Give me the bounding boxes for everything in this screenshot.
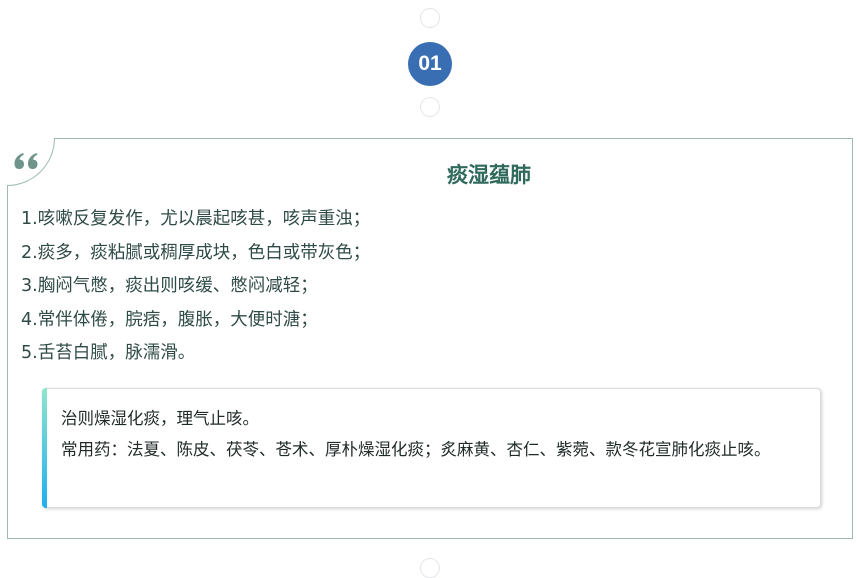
list-item: 1.咳嗽反复发作，尤以晨起咳甚，咳声重浊；	[21, 209, 371, 229]
syndrome-title: 痰湿蕴肺	[447, 163, 531, 187]
timeline-ring-bottom-icon	[420, 558, 440, 578]
list-item: 5.舌苔白腻，脉濡滑。	[21, 343, 196, 363]
timeline-ring-top-icon	[420, 8, 440, 28]
list-item: 2.痰多，痰粘腻或稠厚成块，色白或带灰色；	[21, 242, 371, 263]
section-number-badge: 01	[408, 42, 452, 86]
syndrome-card: 痰湿蕴肺 1.咳嗽反复发作，尤以晨起咳甚，咳声重浊； 2.痰多，痰粘腻或稠厚成块…	[7, 138, 853, 539]
list-item: 3.胸闷气憋，痰出则咳缓、憋闷减轻；	[21, 276, 318, 296]
treatment-box: 治则燥湿化痰，理气止咳。 常用药：法夏、陈皮、茯苓、苍术、厚朴燥湿化痰；炙麻黄、…	[42, 388, 821, 508]
timeline-ring-middle-icon	[420, 97, 440, 117]
treatment-medicines: 常用药：法夏、陈皮、茯苓、苍术、厚朴燥湿化痰；炙麻黄、杏仁、紫菀、款冬花宣肺化痰…	[61, 440, 771, 459]
accent-bar	[42, 388, 47, 508]
list-item: 4.常伴体倦，脘痞，腹胀，大便时溏；	[21, 309, 318, 330]
symptom-list: 1.咳嗽反复发作，尤以晨起咳甚，咳声重浊； 2.痰多，痰粘腻或稠厚成块，色白或带…	[21, 203, 370, 371]
treatment-text: 治则燥湿化痰，理气止咳。 常用药：法夏、陈皮、茯苓、苍术、厚朴燥湿化痰；炙麻黄、…	[61, 403, 810, 465]
treatment-principle: 治则燥湿化痰，理气止咳。	[61, 409, 259, 428]
